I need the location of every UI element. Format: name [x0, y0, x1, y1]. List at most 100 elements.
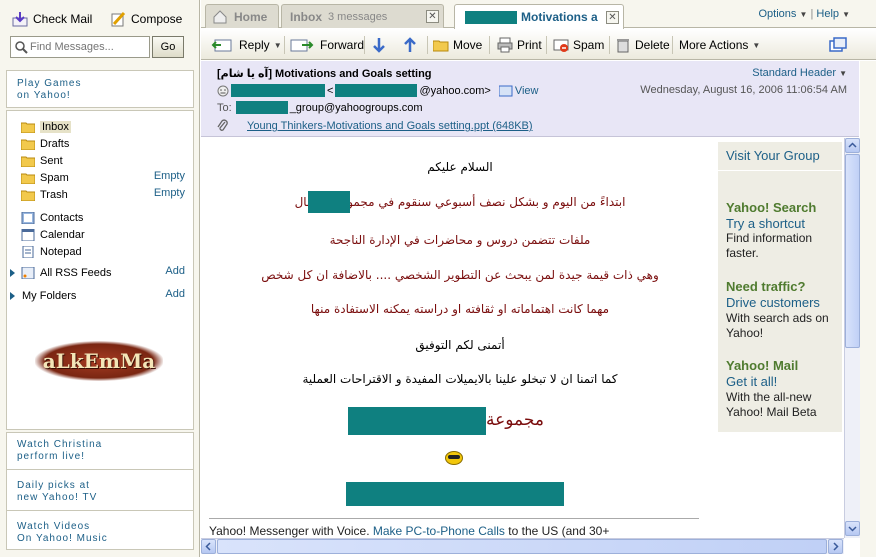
- spam-button[interactable]: Spam: [553, 34, 604, 56]
- rss-feeds-link[interactable]: All RSS Feeds: [21, 265, 112, 281]
- promo-christina-line1[interactable]: Watch Christina: [17, 439, 102, 450]
- add-folder-link[interactable]: Add: [165, 288, 185, 300]
- tab-inbox[interactable]: Inbox 3 messages ✕: [281, 4, 444, 28]
- more-actions-button[interactable]: More Actions ▼: [679, 34, 760, 56]
- redacted-sender-email: [335, 84, 418, 97]
- footer-divider: [209, 518, 699, 519]
- notepad-icon: [21, 245, 35, 259]
- scroll-left-button[interactable]: [201, 539, 216, 554]
- check-mail-icon: [12, 11, 28, 27]
- reply-icon: [211, 37, 232, 53]
- options-menu[interactable]: Options: [759, 8, 797, 20]
- promo-divider: [7, 469, 193, 470]
- tab-message[interactable]: Motivations a ✕: [454, 4, 624, 29]
- spam-folder-icon: [20, 172, 36, 185]
- bottom-promos: Watch Christina perform live! Daily pick…: [6, 432, 194, 550]
- close-inbox-tab-icon[interactable]: ✕: [426, 10, 439, 23]
- tab-bar: Home Inbox 3 messages ✕ Motivations a ✕ …: [201, 0, 876, 29]
- add-rss-link[interactable]: Add: [165, 265, 185, 277]
- footer-ad: Yahoo! Messenger with Voice. Make PC-to-…: [209, 524, 610, 538]
- ad-title: Need traffic?: [726, 279, 806, 294]
- my-folders-expand-icon[interactable]: [10, 292, 15, 300]
- search-input[interactable]: [30, 41, 148, 53]
- sent-folder-icon: [20, 155, 36, 168]
- body-line-3: وهي ذات قيمة جيدة لمن يبحث عن التطوير ال…: [261, 268, 659, 282]
- folder-trash[interactable]: Trash: [20, 187, 68, 203]
- previous-message-button[interactable]: [402, 34, 418, 56]
- to-line: To: _group@yahoogroups.com: [217, 101, 423, 114]
- rss-expand-icon[interactable]: [10, 269, 15, 277]
- right-edge-panel: [860, 61, 876, 557]
- promo-christina-line2[interactable]: perform live!: [17, 451, 85, 462]
- ad-divider: [718, 170, 842, 171]
- promo-tv-line1[interactable]: Daily picks at: [17, 480, 90, 491]
- pc-to-phone-link[interactable]: Make PC-to-Phone Calls: [373, 524, 505, 538]
- new-window-icon: [829, 37, 847, 53]
- from-line: < @yahoo.com> View: [217, 84, 539, 97]
- vertical-scroll-thumb[interactable]: [845, 154, 860, 348]
- promo-tv-line2[interactable]: new Yahoo! TV: [17, 492, 97, 503]
- chevron-down-icon: ▼: [842, 10, 850, 19]
- standard-header-menu[interactable]: Standard Header ▼: [752, 67, 847, 79]
- redacted-group-name: [308, 191, 350, 213]
- body-line-6: كما اتمنا ان لا تبخلو علينا بالايميلات ا…: [302, 372, 618, 386]
- scroll-down-button[interactable]: [845, 521, 860, 536]
- delete-button[interactable]: Delete: [615, 34, 670, 56]
- search-field[interactable]: [10, 36, 150, 58]
- contacts-link[interactable]: Contacts: [21, 210, 83, 226]
- empty-spam-link[interactable]: Empty: [154, 170, 185, 182]
- cool-smiley-icon: [445, 451, 463, 465]
- forward-button[interactable]: Forward: [290, 34, 364, 56]
- ad-link[interactable]: Drive customers: [726, 295, 820, 310]
- my-folders-link[interactable]: My Folders: [22, 288, 76, 304]
- message-toolbar: Reply ▼ Forward Move Print Spam Delete M…: [201, 29, 876, 60]
- empty-trash-link[interactable]: Empty: [154, 187, 185, 199]
- alkemma-logo: aLkEmMa: [35, 341, 163, 381]
- tab-home[interactable]: Home: [205, 4, 279, 28]
- calendar-icon: [21, 228, 35, 242]
- reply-button[interactable]: Reply ▼: [211, 34, 282, 56]
- folder-drafts[interactable]: Drafts: [20, 136, 69, 152]
- folder-inbox[interactable]: Inbox: [20, 119, 71, 135]
- check-mail-button[interactable]: Check Mail: [12, 8, 92, 30]
- vertical-scrollbar[interactable]: [844, 138, 860, 538]
- arrow-up-icon: [402, 37, 418, 53]
- visit-your-group-link[interactable]: Visit Your Group: [726, 148, 820, 163]
- scroll-right-button[interactable]: [828, 539, 843, 554]
- toolbar-divider: [284, 36, 285, 54]
- ad-link[interactable]: Get it all!: [726, 374, 777, 389]
- horizontal-scrollbar[interactable]: [201, 538, 844, 554]
- folder-spam[interactable]: Spam: [20, 170, 69, 186]
- promo-music-line2[interactable]: On Yahoo! Music: [17, 533, 108, 544]
- compose-button[interactable]: Compose: [110, 8, 182, 30]
- promo-music-line1[interactable]: Watch Videos: [17, 521, 90, 532]
- trash-icon: [615, 37, 631, 53]
- message-date: Wednesday, August 16, 2006 11:06:54 AM: [640, 84, 847, 96]
- attachment-link[interactable]: Young Thinkers-Motivations and Goals set…: [247, 120, 533, 132]
- search-go-button[interactable]: Go: [152, 36, 184, 58]
- message-header: [آه يا شام] Motivations and Goals settin…: [201, 61, 859, 137]
- redacted-group-name: [465, 10, 517, 24]
- body-line-1: ابتداءً من اليوم و بشكل نصف أسبوعي سنقوم…: [294, 195, 626, 209]
- close-message-tab-icon[interactable]: ✕: [606, 10, 619, 24]
- trash-folder-icon: [20, 189, 36, 202]
- ad-link[interactable]: Try a shortcut: [726, 216, 805, 231]
- compose-icon: [110, 11, 126, 27]
- promo-games-line2[interactable]: on Yahoo!: [17, 90, 71, 101]
- scroll-up-button[interactable]: [845, 138, 860, 153]
- help-menu[interactable]: Help: [816, 8, 839, 20]
- next-message-button[interactable]: [371, 34, 387, 56]
- move-button[interactable]: Move: [432, 34, 482, 56]
- calendar-link[interactable]: Calendar: [21, 227, 85, 243]
- horizontal-scroll-thumb[interactable]: [217, 539, 827, 554]
- view-contact-link[interactable]: View: [515, 85, 539, 97]
- folder-sent[interactable]: Sent: [20, 153, 63, 169]
- notepad-link[interactable]: Notepad: [21, 244, 82, 260]
- status-face-icon: [217, 85, 229, 97]
- print-button[interactable]: Print: [497, 34, 542, 56]
- toolbar-divider: [672, 36, 673, 54]
- open-in-window-button[interactable]: [829, 34, 847, 56]
- body-line-4: مهما كانت اهتماماته او ثقافته او دراسته …: [310, 302, 610, 316]
- promo-games-line1[interactable]: Play Games: [17, 78, 81, 89]
- promo-games: Play Games on Yahoo!: [6, 70, 194, 108]
